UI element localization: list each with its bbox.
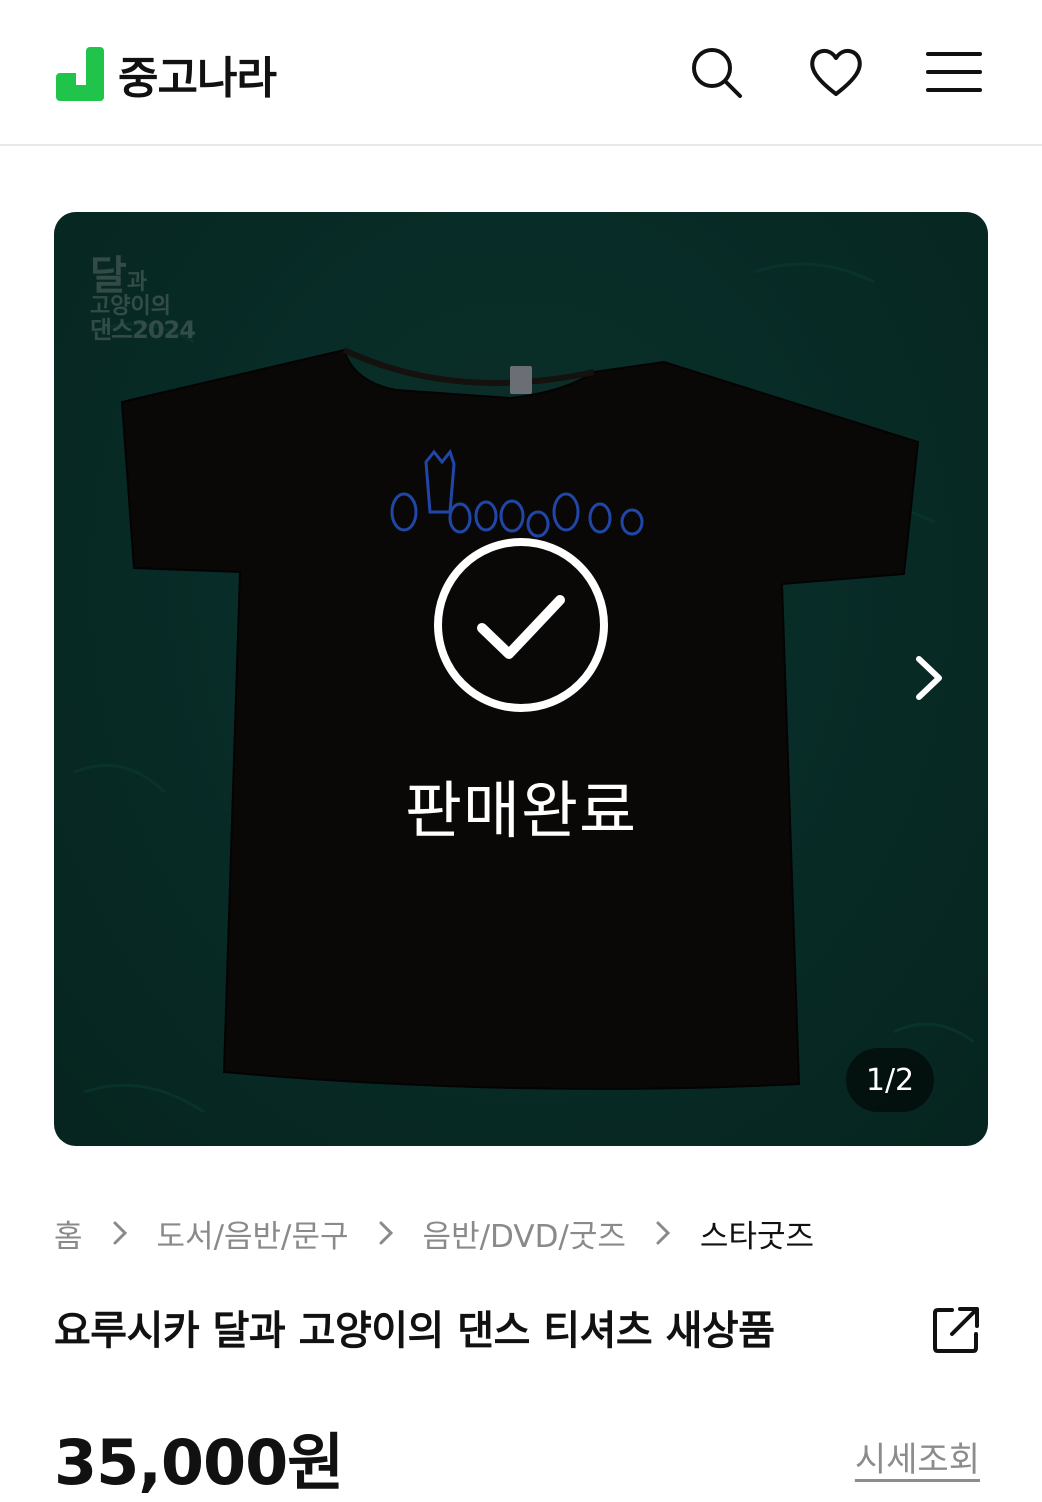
top-header: 중고나라 [0,0,1042,146]
menu-icon [926,52,982,92]
product-title: 요루시카 달과 고양이의 댄스 티셔츠 새상품 [54,1308,775,1354]
heart-icon [810,49,862,96]
share-icon [933,1307,979,1353]
chevron-right-icon [349,1220,423,1246]
menu-button[interactable] [924,42,984,102]
search-button[interactable] [686,42,746,102]
breadcrumb-star-goods[interactable]: 스타굿즈 [700,1211,814,1256]
image-counter: 1/2 [846,1048,934,1112]
next-image-button[interactable] [904,650,954,706]
logo-text: 중고나라 [118,53,277,104]
chevron-right-icon [83,1220,157,1246]
breadcrumb: 홈 도서/음반/문구 음반/DVD/굿즈 스타굿즈 [54,1206,814,1260]
logo-mark-icon [56,47,104,101]
wishlist-button[interactable] [806,42,866,102]
breadcrumb-books-music[interactable]: 도서/음반/문구 [157,1211,349,1256]
product-image-gallery[interactable]: 달과 고양이의 댄스2024 판매완료 1/2 [54,212,988,1146]
sold-status-label: 판매완료 [404,774,638,847]
market-price-link[interactable]: 시세조회 [855,1432,980,1481]
chevron-right-icon [916,656,942,700]
chevron-right-icon [626,1220,700,1246]
check-circle-icon [434,538,608,712]
share-button[interactable] [926,1300,986,1360]
logo[interactable]: 중고나라 [56,42,277,106]
product-price: 35,000원 [54,1426,344,1499]
search-icon [692,48,742,98]
breadcrumb-music-dvd-goods[interactable]: 음반/DVD/굿즈 [423,1211,626,1256]
breadcrumb-home[interactable]: 홈 [54,1211,83,1256]
